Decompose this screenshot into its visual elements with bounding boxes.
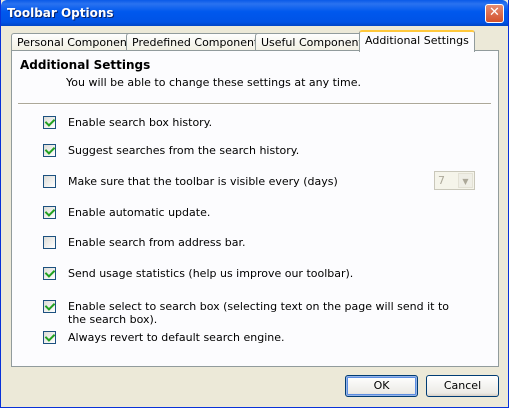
tab-additional-settings[interactable]: Additional Settings — [359, 30, 475, 52]
checkbox[interactable] — [43, 300, 56, 313]
days-select-value: 7 — [438, 174, 445, 187]
toolbar-options-dialog: Toolbar Options ✕ Personal Components Pr… — [0, 0, 509, 408]
settings-panel: Additional Settings You will be able to … — [11, 50, 499, 367]
checkbox[interactable] — [43, 206, 56, 219]
checkbox[interactable] — [43, 331, 56, 344]
checkbox[interactable] — [43, 267, 56, 280]
panel-subtitle: You will be able to change these setting… — [66, 76, 361, 89]
close-icon: ✕ — [489, 5, 500, 20]
option-label: Enable search from address bar. — [68, 236, 246, 249]
tab-useful-components[interactable]: Useful Components — [255, 33, 375, 51]
option-label: Make sure that the toolbar is visible ev… — [68, 175, 338, 188]
option-label: Enable select to search box (selecting t… — [68, 300, 450, 326]
chevron-down-icon[interactable]: ▼ — [458, 173, 473, 188]
checkbox[interactable] — [43, 144, 56, 157]
option-label: Suggest searches from the search history… — [68, 144, 300, 157]
tab-predefined-components[interactable]: Predefined Components — [126, 33, 270, 51]
panel-title: Additional Settings — [20, 58, 151, 72]
cancel-button[interactable]: Cancel — [426, 375, 499, 397]
ok-button[interactable]: OK — [345, 375, 418, 397]
title-bar[interactable]: Toolbar Options ✕ — [1, 0, 508, 26]
option-label: Send usage statistics (help us improve o… — [68, 267, 354, 280]
checkbox[interactable] — [43, 175, 56, 188]
option-label: Always revert to default search engine. — [68, 331, 285, 344]
checkbox[interactable] — [43, 116, 56, 129]
window-title: Toolbar Options — [7, 6, 114, 20]
tab-personal-components[interactable]: Personal Components — [11, 33, 143, 51]
option-label: Enable automatic update. — [68, 206, 211, 219]
days-select[interactable]: 7 ▼ — [434, 171, 475, 190]
close-button[interactable]: ✕ — [485, 4, 504, 23]
separator — [18, 103, 491, 105]
option-label: Enable search box history. — [68, 116, 213, 129]
checkbox[interactable] — [43, 236, 56, 249]
